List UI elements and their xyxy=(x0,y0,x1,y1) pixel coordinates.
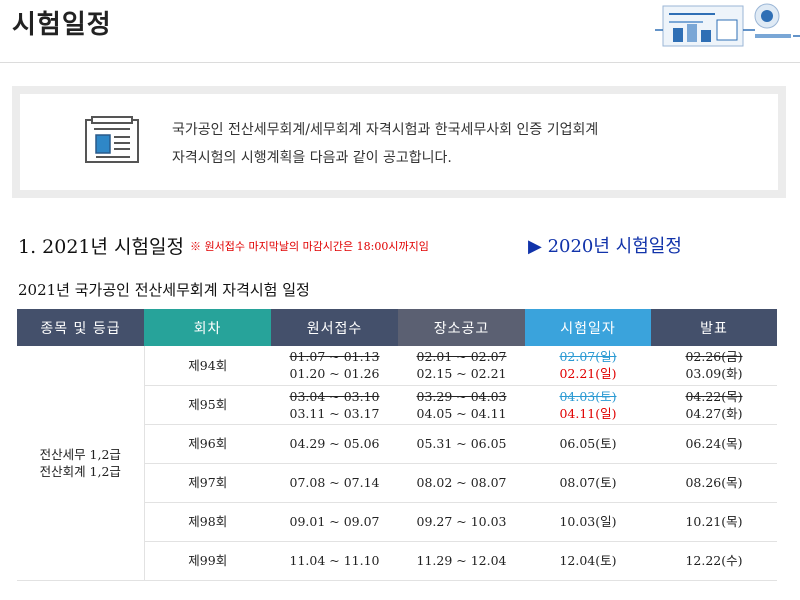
venue-old: 03.29 ~ 04.03 xyxy=(416,388,507,404)
exam-date-cell: 10.03(일) xyxy=(525,502,651,542)
notice-line-1: 국가공인 전산세무회계/세무회계 자격시험과 한국세무사회 인증 기업회계 xyxy=(172,122,599,138)
grade-line-2: 전산회계 1,2급 xyxy=(39,463,121,479)
result-cell: 10.21(목) xyxy=(651,502,777,542)
venue-cell: 11.29 ~ 12.04 xyxy=(398,541,525,581)
result-old: 04.22(목) xyxy=(685,388,743,404)
table-title: 2021년 국가공인 전산세무회계 자격시험 일정 xyxy=(18,281,310,299)
round-cell: 제95회 xyxy=(144,385,271,425)
header-exam-date: 시험일자 xyxy=(525,309,651,346)
application-cell: 11.04 ~ 11.10 xyxy=(271,541,398,581)
grade-line-1: 전산세무 1,2급 xyxy=(39,446,121,462)
notice-text: 국가공인 전산세무회계/세무회계 자격시험과 한국세무사회 인증 기업회계 자격… xyxy=(172,116,598,172)
result-new: 04.27(화) xyxy=(685,405,743,421)
venue-new: 02.15 ~ 02.21 xyxy=(416,366,507,382)
venue-cell: 09.27 ~ 10.03 xyxy=(398,502,525,542)
result-cell: 04.22(목) 04.27(화) xyxy=(651,385,777,425)
grade-cell: 전산세무 1,2급 전산회계 1,2급 xyxy=(17,346,145,581)
result-cell: 06.24(목) xyxy=(651,424,777,464)
application-old: 01.07 ~ 01.13 xyxy=(289,349,380,365)
venue-old: 02.01 ~ 02.07 xyxy=(416,349,507,365)
header-application: 원서접수 xyxy=(271,309,398,346)
deadline-note: ※ 원서접수 마지막날의 마감시간은 18:00시까지임 xyxy=(190,240,429,253)
result-new: 03.09(화) xyxy=(685,366,743,382)
result-cell: 12.22(수) xyxy=(651,541,777,581)
section-title: 1. 2021년 시험일정 xyxy=(18,236,184,258)
page-title: 시험일정 xyxy=(12,10,112,40)
exam-date-cell: 06.05(토) xyxy=(525,424,651,464)
header-result: 발표 xyxy=(651,309,777,346)
round-cell: 제96회 xyxy=(144,424,271,464)
venue-cell: 02.01 ~ 02.07 02.15 ~ 02.21 xyxy=(398,346,525,386)
round-cell: 제98회 xyxy=(144,502,271,542)
exam-date-cell: 12.04(토) xyxy=(525,541,651,581)
exam-date-cell: 08.07(토) xyxy=(525,463,651,503)
header-divider xyxy=(0,62,800,63)
venue-new: 04.05 ~ 04.11 xyxy=(416,405,507,421)
result-old: 02.26(금) xyxy=(685,349,743,365)
header-round: 회차 xyxy=(144,309,271,346)
exam-schedule-table: 종목 및 등급 회차 원서접수 장소공고 시험일자 발표 전산세무 1,2급 전… xyxy=(17,309,777,581)
application-new: 03.11 ~ 03.17 xyxy=(289,405,380,421)
round-cell: 제97회 xyxy=(144,463,271,503)
venue-cell: 08.02 ~ 08.07 xyxy=(398,463,525,503)
round-cell: 제99회 xyxy=(144,541,271,581)
application-cell: 04.29 ~ 05.06 xyxy=(271,424,398,464)
application-cell: 03.04 ~ 03.10 03.11 ~ 03.17 xyxy=(271,385,398,425)
application-cell: 07.08 ~ 07.14 xyxy=(271,463,398,503)
exam-date-cell: 04.03(토) 04.11(일) xyxy=(525,385,651,425)
table-header-row: 종목 및 등급 회차 원서접수 장소공고 시험일자 발표 xyxy=(17,309,777,346)
exam-date-cell: 02.07(일) 02.21(일) xyxy=(525,346,651,386)
round-cell: 제94회 xyxy=(144,346,271,386)
header-illustration xyxy=(655,3,800,47)
notice-line-2: 자격시험의 시행계획을 다음과 같이 공고합니다. xyxy=(172,150,452,166)
table-row: 전산세무 1,2급 전산회계 1,2급 제94회 01.07 ~ 01.13 0… xyxy=(17,346,777,581)
exam-date-old: 02.07(일) xyxy=(559,349,617,365)
result-cell: 08.26(목) xyxy=(651,463,777,503)
application-old: 03.04 ~ 03.10 xyxy=(289,388,380,404)
application-cell: 09.01 ~ 09.07 xyxy=(271,502,398,542)
application-new: 01.20 ~ 01.26 xyxy=(289,366,380,382)
exam-date-new: 04.11(일) xyxy=(559,405,617,421)
header-venue-notice: 장소공고 xyxy=(398,309,525,346)
notice-box: 국가공인 전산세무회계/세무회계 자격시험과 한국세무사회 인증 기업회계 자격… xyxy=(12,86,786,198)
exam-date-old: 04.03(토) xyxy=(559,388,617,404)
application-cell: 01.07 ~ 01.13 01.20 ~ 01.26 xyxy=(271,346,398,386)
result-cell: 02.26(금) 03.09(화) xyxy=(651,346,777,386)
header-grade: 종목 및 등급 xyxy=(17,309,144,346)
venue-cell: 03.29 ~ 04.03 04.05 ~ 04.11 xyxy=(398,385,525,425)
exam-date-new: 02.21(일) xyxy=(559,366,617,382)
venue-cell: 05.31 ~ 06.05 xyxy=(398,424,525,464)
newspaper-icon xyxy=(85,116,139,163)
prev-year-schedule-link[interactable]: ▶ 2020년 시험일정 xyxy=(528,232,682,258)
